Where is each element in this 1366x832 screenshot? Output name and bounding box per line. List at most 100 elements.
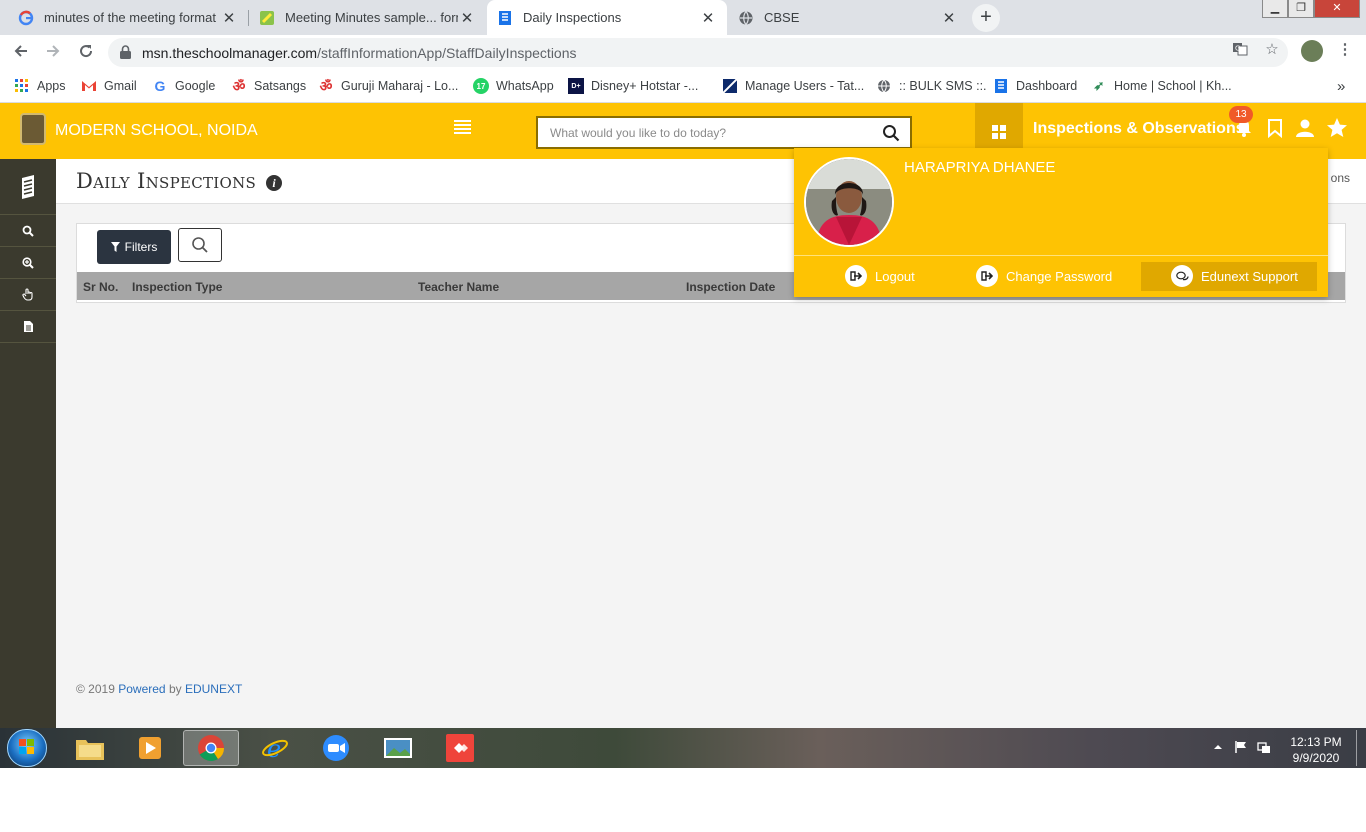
browser-tab-2[interactable]: Meeting Minutes sample... forma ✕ bbox=[249, 0, 486, 35]
bookmark-gmail[interactable]: Gmail bbox=[81, 77, 137, 95]
close-icon[interactable]: ✕ bbox=[220, 9, 238, 27]
star-icon[interactable] bbox=[1326, 117, 1348, 139]
runner-icon: ➶ bbox=[1093, 78, 1105, 93]
bookmark-hotstar[interactable]: D+ Disney+ Hotstar -... bbox=[568, 77, 698, 95]
page-footer: © 2019 Powered by EDUNEXT bbox=[76, 682, 242, 696]
more-bookmarks-icon[interactable]: » bbox=[1337, 77, 1345, 95]
close-icon[interactable]: ✕ bbox=[940, 9, 958, 27]
internet-explorer-icon: e bbox=[262, 735, 288, 762]
user-icon[interactable] bbox=[1294, 117, 1316, 139]
document-icon bbox=[23, 321, 33, 332]
star-bookmark-icon[interactable]: ☆ bbox=[1263, 41, 1281, 59]
url-text: msn.theschoolmanager.com/staffInformatio… bbox=[142, 45, 577, 61]
browser-tab-1[interactable]: minutes of the meeting format - ✕ bbox=[8, 0, 248, 35]
close-icon[interactable]: ✕ bbox=[458, 9, 476, 27]
sidebar bbox=[0, 159, 56, 728]
bookmark-apps[interactable]: Apps bbox=[14, 77, 66, 95]
action-center-flag-icon[interactable] bbox=[1234, 740, 1248, 754]
column-header-inspection-type[interactable]: Inspection Type bbox=[132, 280, 222, 294]
taskbar-zoom[interactable] bbox=[308, 730, 364, 766]
chrome-menu-icon[interactable]: ⋮ bbox=[1336, 41, 1354, 59]
network-icon[interactable] bbox=[1257, 740, 1271, 754]
notification-badge: 13 bbox=[1229, 106, 1253, 123]
zoom-icon bbox=[323, 735, 349, 761]
bookmark-google[interactable]: G Google bbox=[152, 77, 216, 95]
column-header-sr-no[interactable]: Sr No. bbox=[83, 280, 118, 294]
column-header-teacher-name[interactable]: Teacher Name bbox=[418, 280, 499, 294]
table-search-button[interactable] bbox=[178, 228, 222, 262]
profile-dropdown: HARAPRIYA DHANEE Logout Change Password … bbox=[794, 148, 1328, 297]
sidebar-item-search[interactable] bbox=[0, 215, 56, 247]
new-tab-button[interactable]: + bbox=[972, 4, 1000, 32]
taskbar-file-explorer[interactable] bbox=[62, 730, 118, 766]
menu-icon[interactable] bbox=[454, 120, 471, 135]
reload-icon[interactable] bbox=[74, 41, 98, 65]
edunext-icon bbox=[497, 10, 513, 26]
back-icon[interactable] bbox=[9, 41, 33, 65]
taskbar-anydesk[interactable] bbox=[432, 730, 488, 766]
globe-icon bbox=[738, 10, 754, 26]
change-password-button[interactable]: Change Password bbox=[976, 262, 1112, 290]
profile-avatar-icon[interactable] bbox=[1301, 40, 1323, 62]
search-input[interactable] bbox=[550, 123, 870, 143]
url-field[interactable]: msn.theschoolmanager.com/staffInformatio… bbox=[108, 38, 1288, 67]
translate-icon[interactable]: G bbox=[1231, 41, 1249, 59]
bookmark-label: :: BULK SMS ::. bbox=[899, 79, 987, 93]
tray-expand-icon[interactable] bbox=[1211, 740, 1225, 754]
chat-icon bbox=[1171, 265, 1193, 287]
bookmark-manage-users[interactable]: Manage Users - Tat... bbox=[722, 77, 864, 95]
svg-text:e: e bbox=[267, 735, 281, 762]
bookmark-guruji[interactable]: ॐ Guruji Maharaj - Lo... bbox=[318, 77, 459, 95]
close-icon[interactable]: ✕ bbox=[699, 9, 717, 27]
logout-button[interactable]: Logout bbox=[845, 262, 915, 290]
bookmark-icon[interactable] bbox=[1264, 117, 1286, 139]
bookmark-dashboard[interactable]: Dashboard bbox=[993, 77, 1077, 95]
google-icon bbox=[18, 10, 34, 26]
sidebar-item-zoom[interactable] bbox=[0, 247, 56, 279]
edunext-support-content[interactable]: Edunext Support bbox=[1171, 262, 1298, 290]
info-icon[interactable]: i bbox=[266, 175, 282, 191]
browser-tab-4[interactable]: CBSE ✕ bbox=[728, 0, 968, 35]
taskbar-photo-viewer[interactable] bbox=[370, 730, 426, 766]
app-search bbox=[536, 116, 912, 149]
tata-icon bbox=[722, 78, 738, 94]
powered-link[interactable]: Powered bbox=[118, 682, 165, 696]
bookmark-bulk-sms[interactable]: :: BULK SMS ::. bbox=[876, 77, 987, 95]
close-window-button[interactable]: ✕ bbox=[1314, 0, 1360, 18]
show-desktop-button[interactable] bbox=[1356, 730, 1364, 766]
zoom-in-icon bbox=[22, 256, 34, 269]
bookmark-satsangs[interactable]: ॐ Satsangs bbox=[231, 77, 307, 95]
system-clock[interactable]: 12:13 PM 9/9/2020 bbox=[1283, 734, 1349, 766]
breadcrumb[interactable]: ons bbox=[1331, 171, 1350, 185]
url-path: /staffInformationApp/StaffDailyInspectio… bbox=[317, 45, 577, 61]
column-header-inspection-date[interactable]: Inspection Date bbox=[686, 280, 775, 294]
browser-tab-strip: minutes of the meeting format - ✕ Meetin… bbox=[0, 0, 1366, 35]
address-bar: msn.theschoolmanager.com/staffInformatio… bbox=[0, 35, 1366, 70]
taskbar-chrome[interactable] bbox=[183, 730, 239, 766]
taskbar-media-player[interactable] bbox=[122, 730, 178, 766]
gmail-icon bbox=[81, 78, 97, 94]
hand-pointer-icon bbox=[21, 288, 33, 301]
start-button[interactable] bbox=[7, 729, 47, 767]
bookmark-whatsapp[interactable]: 17 WhatsApp bbox=[473, 77, 554, 95]
minimize-button[interactable]: ▁ bbox=[1262, 0, 1288, 18]
sidebar-logo[interactable] bbox=[0, 159, 56, 215]
restore-button[interactable]: ❐ bbox=[1288, 0, 1314, 18]
bookmark-home-school[interactable]: ➶ Home | School | Kh... bbox=[1091, 77, 1232, 95]
bookmark-label: Home | School | Kh... bbox=[1114, 79, 1232, 93]
bookmark-label: Manage Users - Tat... bbox=[745, 79, 865, 93]
filters-button[interactable]: Filters bbox=[97, 230, 171, 264]
forward-icon[interactable] bbox=[41, 41, 65, 65]
search-icon[interactable] bbox=[882, 124, 900, 142]
edunext-icon bbox=[993, 78, 1009, 94]
school-name: MODERN SCHOOL, NOIDA bbox=[55, 122, 258, 139]
tab-title: CBSE bbox=[764, 10, 800, 25]
taskbar-internet-explorer[interactable]: e bbox=[247, 730, 303, 766]
by-text: by bbox=[168, 682, 182, 696]
browser-tab-active[interactable]: Daily Inspections ✕ bbox=[487, 0, 727, 35]
edunext-link[interactable]: EDUNEXT bbox=[185, 682, 242, 696]
bookmark-label: Apps bbox=[37, 79, 66, 93]
sidebar-item-document[interactable] bbox=[0, 311, 56, 343]
bookmark-label: Guruji Maharaj - Lo... bbox=[341, 79, 459, 93]
sidebar-item-hand[interactable] bbox=[0, 279, 56, 311]
